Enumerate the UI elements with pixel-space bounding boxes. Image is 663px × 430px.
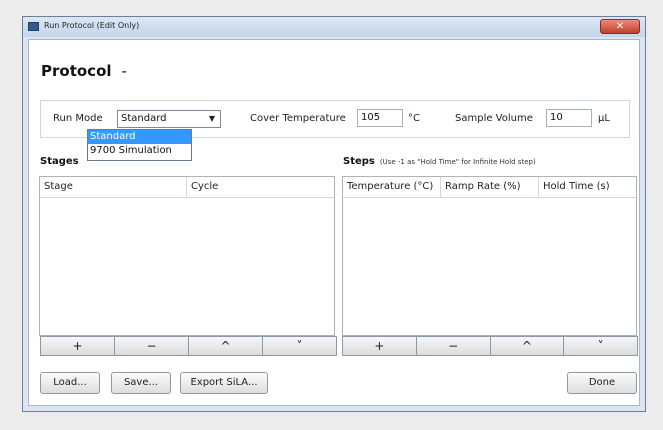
move-stage-up-button[interactable]: ^: [188, 336, 263, 356]
cover-temperature-input[interactable]: 105: [357, 109, 403, 127]
save-button[interactable]: Save...: [111, 372, 171, 394]
column-temperature[interactable]: Temperature (°C): [343, 177, 441, 197]
column-cycle[interactable]: Cycle: [187, 177, 334, 197]
column-hold-time[interactable]: Hold Time (s): [539, 177, 636, 197]
remove-step-button[interactable]: −: [415, 336, 491, 356]
window-title: Run Protocol (Edit Only): [44, 21, 140, 30]
cover-temperature-unit: °C: [408, 113, 420, 124]
close-button[interactable]: ✕: [600, 19, 640, 34]
move-stage-down-button[interactable]: ˅: [262, 336, 337, 356]
run-protocol-window: Run Protocol (Edit Only) ✕ Protocol - Run…: [22, 16, 646, 412]
protocol-name: -: [121, 62, 127, 80]
stages-table-header: Stage Cycle: [40, 177, 334, 198]
run-mode-label: Run Mode: [53, 113, 103, 124]
run-mode-value: Standard: [121, 113, 167, 124]
steps-button-bar: + − ^ ˅: [342, 336, 638, 356]
sample-volume-label: Sample Volume: [455, 113, 533, 124]
close-icon: ✕: [615, 21, 625, 32]
title-bar[interactable]: Run Protocol (Edit Only) ✕: [23, 17, 645, 37]
sample-volume-unit: μL: [598, 113, 610, 124]
column-stage[interactable]: Stage: [40, 177, 187, 197]
run-mode-select[interactable]: Standard ▼: [117, 110, 221, 128]
done-button[interactable]: Done: [567, 372, 637, 394]
run-mode-option-9700-simulation[interactable]: 9700 Simulation: [88, 144, 191, 158]
dialog-body: Protocol - Run Mode Standard ▼ Cover Temp…: [28, 39, 640, 406]
steps-label: Steps (Use -1 as "Hold Time" for Infinite…: [343, 156, 536, 167]
stages-table[interactable]: Stage Cycle: [39, 176, 335, 336]
remove-stage-button[interactable]: −: [114, 336, 189, 356]
sample-volume-input[interactable]: 10: [546, 109, 592, 127]
steps-label-text: Steps: [343, 156, 375, 167]
stages-button-bar: + − ^ ˅: [40, 336, 337, 356]
export-sila-button[interactable]: Export SiLA...: [180, 372, 268, 394]
page-title: Protocol -: [41, 62, 127, 80]
move-step-up-button[interactable]: ^: [489, 336, 565, 356]
steps-hint: (Use -1 as "Hold Time" for Infinite Hold…: [379, 158, 536, 166]
add-stage-button[interactable]: +: [40, 336, 115, 356]
run-mode-option-standard[interactable]: Standard: [88, 130, 191, 144]
steps-table[interactable]: Temperature (°C) Ramp Rate (%) Hold Time…: [342, 176, 637, 336]
cover-temperature-label: Cover Temperature: [250, 113, 346, 124]
add-step-button[interactable]: +: [342, 336, 417, 356]
steps-table-header: Temperature (°C) Ramp Rate (%) Hold Time…: [343, 177, 636, 198]
run-mode-dropdown-list: Standard 9700 Simulation: [87, 129, 192, 161]
chevron-down-icon: ▼: [208, 114, 215, 123]
move-step-down-button[interactable]: ˅: [563, 336, 638, 356]
column-ramp-rate[interactable]: Ramp Rate (%): [441, 177, 539, 197]
page-title-text: Protocol: [41, 62, 112, 80]
stages-label: Stages: [40, 156, 79, 167]
app-window-icon: [28, 22, 39, 31]
load-button[interactable]: Load...: [40, 372, 100, 394]
